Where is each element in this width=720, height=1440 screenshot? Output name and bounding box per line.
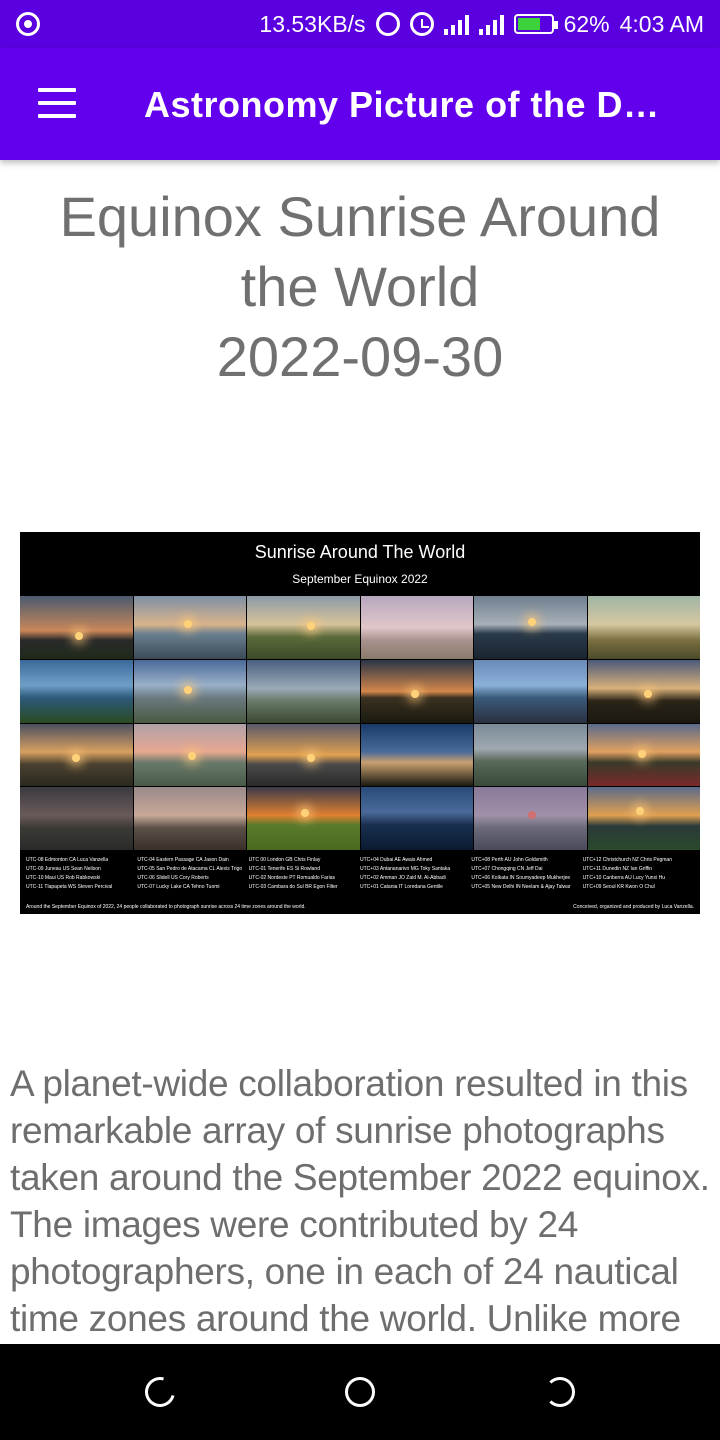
credit-entry: UTC+01 Catania IT Loredana Gentile — [360, 884, 443, 890]
apod-title: Equinox Sunrise Around the World 2022-09… — [20, 182, 700, 392]
hotspot-icon — [375, 12, 400, 36]
status-bar-right: 13.53KB/s 62% 4:03 AM — [259, 0, 704, 48]
sunrise-photo — [587, 787, 700, 850]
credit-column: UTC 00 London GB Chris Finlay UTC-01 Ten… — [249, 856, 360, 892]
sunrise-photo — [474, 787, 587, 850]
apod-explanation: A planet-wide collaboration resulted in … — [10, 1063, 710, 1339]
sunrise-photo — [20, 596, 133, 659]
credit-column: UTC+08 Perth AU John Goldsmith UTC+07 Ch… — [471, 856, 582, 892]
signal-icon — [478, 13, 504, 35]
sunrise-photo — [360, 787, 473, 850]
image-subtitle: September Equinox 2022 — [292, 572, 428, 586]
image-footnote: Around the September Equinox of 2022, 24… — [26, 904, 306, 910]
credit-entry: UTC+06 Kolkata IN Soumyadeep Mukherjee — [471, 875, 571, 881]
credit-entry: UTC-11 Tlapapeta WS Steven Percival — [26, 884, 113, 890]
credit-entry: UTC+10 Canberra AU Lucy Yunxi Hu — [582, 875, 665, 881]
home-icon[interactable] — [345, 1377, 375, 1407]
sunrise-photo — [247, 659, 360, 723]
sunrise-photo — [133, 596, 246, 659]
credit-entry: UTC-09 Juneau US Sean Neilson — [26, 866, 101, 872]
credit-column: UTC+12 Christchurch NZ Chris Pegman UTC+… — [583, 856, 694, 892]
credit-entry: UTC+09 Seoul KR Kwon O Chul — [582, 884, 655, 890]
credit-entry: UTC-10 Maui US Rob Rabkowski — [26, 875, 101, 881]
photographer-credits: UTC-08 Edmonton CA Luca Vanzella UTC-09 … — [26, 856, 694, 892]
navigation-bar — [0, 1344, 720, 1440]
credit-entry: UTC-05 San Pedro de Atacama CL Alexis Tr… — [137, 866, 243, 872]
image-title: Sunrise Around The World — [254, 542, 466, 562]
sunrise-photo — [133, 659, 246, 723]
credit-entry: UTC+03 Antananarivo MG Toky Santaka — [360, 866, 451, 872]
credit-column: UTC+04 Dubai AE Awais Ahmed UTC+03 Antan… — [360, 856, 471, 892]
image-footnote-right: Conceived, organized and produced by Luc… — [573, 904, 694, 910]
alarm-icon — [409, 12, 434, 36]
sunrise-photo — [474, 723, 587, 787]
sunrise-photo-grid — [20, 596, 700, 850]
credit-entry: UTC-08 Edmonton CA Luca Vanzella — [26, 857, 109, 863]
app-title: Astronomy Picture of the Day — [144, 84, 664, 125]
credit-entry: UTC+12 Christchurch NZ Chris Pegman — [582, 857, 672, 863]
credit-entry: UTC-06 Slidell US Cory Roberts — [137, 875, 209, 881]
sunrise-photo — [20, 787, 133, 850]
apod-title-line-1: Equinox Sunrise Around — [59, 185, 661, 248]
sunrise-photo — [587, 659, 700, 723]
clock: 4:03 AM — [619, 10, 704, 37]
sunrise-photo — [360, 723, 473, 787]
sunrise-photo — [474, 596, 587, 659]
credit-entry: UTC+08 Perth AU John Goldsmith — [471, 857, 548, 863]
sunrise-photo — [360, 659, 473, 723]
record-icon — [16, 12, 40, 36]
credit-entry: UTC+07 Chongqing CN Jeff Dai — [471, 866, 543, 872]
sunrise-photo — [587, 723, 700, 787]
apod-content[interactable]: Equinox Sunrise Around the World 2022-09… — [0, 160, 720, 1344]
recents-icon[interactable] — [139, 1371, 181, 1413]
sunrise-photo — [20, 659, 133, 723]
battery-charging-icon — [513, 14, 558, 34]
credit-entry: UTC-01 Tenerife ES Si Rowland — [248, 866, 320, 872]
credit-entry: UTC 00 London GB Chris Finlay — [248, 857, 321, 863]
hamburger-menu-icon[interactable] — [38, 88, 76, 118]
sunrise-photo — [133, 787, 246, 850]
apod-date: 2022-09-30 — [216, 325, 504, 388]
signal-icon — [443, 13, 469, 35]
network-speed: 13.53KB/s — [259, 10, 366, 37]
credit-column: UTC-08 Edmonton CA Luca Vanzella UTC-09 … — [26, 856, 137, 892]
sunrise-photo — [20, 723, 133, 787]
credit-entry: UTC-03 Cambara do Sul BR Egon Filter — [248, 884, 338, 890]
app-bar: Astronomy Picture of the Day — [0, 48, 720, 160]
back-icon[interactable] — [545, 1377, 575, 1407]
apod-image[interactable]: Sunrise Around The World September Equin… — [20, 532, 700, 914]
sunrise-photo — [587, 596, 700, 659]
sunrise-photo — [247, 723, 360, 787]
sunrise-photo — [360, 596, 473, 659]
status-bar: 13.53KB/s 62% 4:03 AM — [0, 0, 720, 48]
sunrise-photo — [474, 659, 587, 723]
credit-entry: UTC-02 Nordeste PT Romualdo Farias — [248, 875, 335, 881]
credit-column: UTC-04 Eastern Passage CA Jason Dain UTC… — [137, 856, 248, 892]
credit-entry: UTC+04 Dubai AE Awais Ahmed — [360, 857, 433, 863]
apod-title-line-2: the World — [240, 255, 480, 318]
credit-entry: UTC+11 Dunedin NZ Ian Griffin — [582, 866, 653, 872]
sunrise-photo — [133, 723, 246, 787]
credit-entry: UTC+02 Amman JO Zaid M. Al-Abbadi — [360, 875, 446, 881]
sunrise-photo — [247, 787, 360, 850]
credit-entry: UTC+05 New Delhi IN Neelam & Ajay Talwar — [471, 884, 571, 890]
credit-entry: UTC-07 Lucky Lake CA Tehno Tuomi — [137, 884, 220, 890]
credit-entry: UTC-04 Eastern Passage CA Jason Dain — [137, 857, 229, 863]
battery-percent: 62% — [563, 10, 610, 37]
sunrise-photo — [247, 596, 360, 659]
